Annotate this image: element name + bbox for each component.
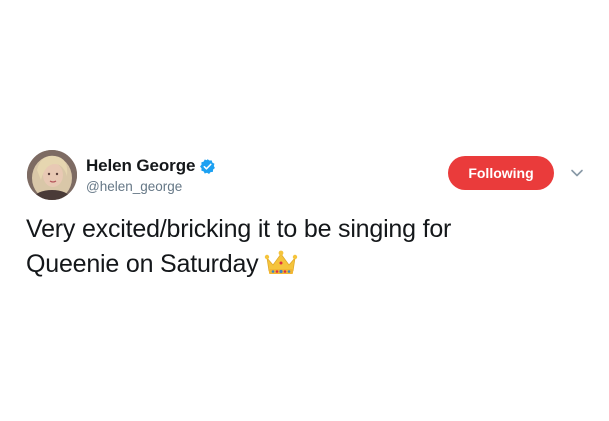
tweet-text-line-1: Very excited/bricking it to be singing f… bbox=[26, 215, 452, 243]
tweet-text-line-2: Queenie on Saturday bbox=[26, 250, 259, 278]
name-row: Helen George bbox=[86, 155, 216, 177]
tweet-text-line-2-row: Queenie on Saturday bbox=[26, 247, 586, 282]
author-names: Helen George @helen_george bbox=[86, 155, 216, 194]
avatar-image bbox=[27, 150, 77, 200]
user-handle[interactable]: @helen_george bbox=[86, 179, 216, 194]
tweet-card: Helen George @helen_george Following Ver… bbox=[22, 150, 594, 278]
following-button[interactable]: Following bbox=[448, 156, 554, 190]
chevron-down-icon[interactable] bbox=[570, 168, 584, 178]
verified-badge-icon bbox=[200, 158, 216, 174]
tweet-embed-page: Helen George @helen_george Following Ver… bbox=[0, 0, 609, 421]
tweet-header: Helen George @helen_george Following bbox=[22, 150, 594, 202]
tweet-text: Very excited/bricking it to be singing f… bbox=[26, 212, 586, 282]
crown-emoji-icon bbox=[265, 250, 298, 274]
avatar[interactable] bbox=[27, 150, 77, 200]
display-name[interactable]: Helen George bbox=[86, 156, 195, 176]
